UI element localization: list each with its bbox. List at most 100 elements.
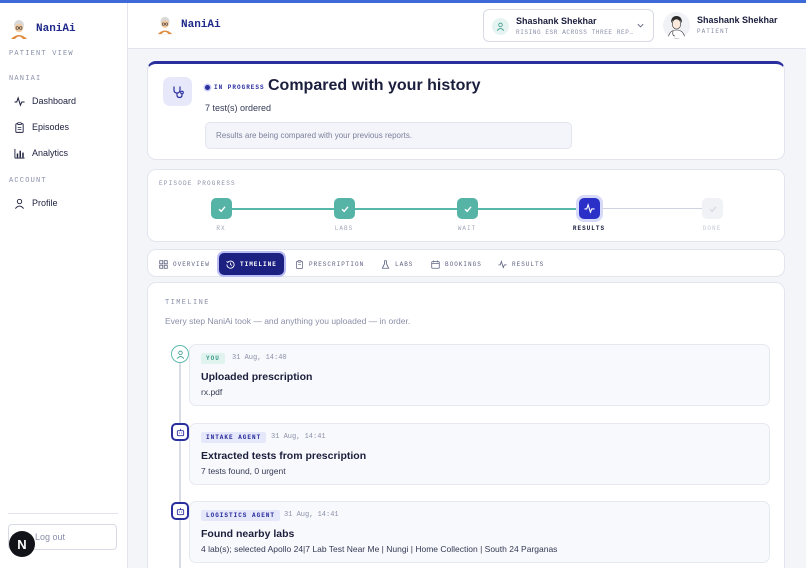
header-brand-name: NaniAi xyxy=(181,19,221,31)
event-title: Uploaded prescription xyxy=(201,371,313,383)
progress-step-label: RESULTS xyxy=(572,225,606,232)
event-title: Found nearby labs xyxy=(201,528,295,540)
profile-switcher-subtitle: RISING ESR ACROSS THREE REP... xyxy=(516,29,634,36)
tests-ordered-count: 7 test(s) ordered xyxy=(205,103,272,113)
progress-step-label: LABS xyxy=(334,225,354,232)
status-badge: IN PROGRESS xyxy=(205,84,265,91)
timeline-heading: TIMELINE xyxy=(165,299,210,307)
event-actor-badge: LOGISTICS AGENT xyxy=(201,510,281,521)
check-icon xyxy=(709,205,716,212)
stethoscope-icon-tile xyxy=(163,77,192,106)
event-title: Extracted tests from prescription xyxy=(201,450,367,462)
status-badge-label: IN PROGRESS xyxy=(214,84,265,91)
section-label-account: ACCOUNT xyxy=(9,177,47,185)
profile-switcher-avatar xyxy=(492,18,509,35)
sidebar-item-profile[interactable]: Profile xyxy=(14,195,58,211)
timeline-event: YOU 31 Aug, 14:40 Uploaded prescription … xyxy=(189,344,770,406)
grandma-logo-icon xyxy=(11,20,27,39)
user-icon xyxy=(496,22,505,31)
tab-results[interactable]: RESULTS xyxy=(491,253,551,275)
episode-progress-label: EPISODE PROGRESS xyxy=(159,180,236,187)
doctor-avatar-icon xyxy=(667,16,686,39)
progress-step-done[interactable] xyxy=(702,198,723,219)
sidebar: NaniAi PATIENT VIEW NANIAI Dashboard Epi… xyxy=(0,3,128,568)
grid-icon xyxy=(159,259,168,269)
timeline-event: LOGISTICS AGENT 31 Aug, 14:41 Found near… xyxy=(189,501,770,563)
tab-label: BOOKINGS xyxy=(445,260,482,268)
user-icon xyxy=(15,198,24,209)
sidebar-item-analytics[interactable]: Analytics xyxy=(14,145,68,161)
tab-label: RESULTS xyxy=(512,260,545,268)
user-name: Shashank Shekhar xyxy=(697,15,778,25)
episode-status-note: Results are being compared with your pre… xyxy=(205,122,572,149)
check-icon xyxy=(341,205,349,212)
sidebar-item-label: Profile xyxy=(32,198,58,208)
sidebar-brand[interactable]: NaniAi xyxy=(8,18,76,40)
tab-bookings[interactable]: BOOKINGS xyxy=(424,253,489,275)
clipboard-icon xyxy=(296,259,303,269)
tab-label: OVERVIEW xyxy=(173,260,210,268)
tab-labs[interactable]: LABS xyxy=(374,253,420,275)
tab-overview[interactable]: OVERVIEW xyxy=(152,253,217,275)
tab-label: PRESCRIPTION xyxy=(309,260,365,268)
event-actor-badge: INTAKE AGENT xyxy=(201,432,267,443)
timeline-subtitle: Every step NaniAi took — and anything yo… xyxy=(165,316,411,326)
sidebar-item-dashboard[interactable]: Dashboard xyxy=(14,93,76,109)
user-role: PATIENT xyxy=(697,28,730,35)
sidebar-item-label: Episodes xyxy=(32,122,70,132)
progress-step-wait[interactable] xyxy=(457,198,478,219)
check-icon xyxy=(464,205,472,212)
top-header: NaniAi Shashank Shekhar RISING ESR ACROS… xyxy=(128,3,806,49)
header-brand[interactable]: NaniAi xyxy=(155,15,221,35)
robot-icon xyxy=(176,428,184,436)
stethoscope-icon xyxy=(172,86,184,98)
event-actor-badge: YOU xyxy=(201,353,225,364)
progress-step-label: RX xyxy=(216,225,226,232)
check-icon xyxy=(218,205,226,212)
event-detail: rx.pdf xyxy=(201,387,223,397)
event-timestamp: 31 Aug, 14:41 xyxy=(271,433,326,441)
bar-chart-icon xyxy=(14,148,25,159)
sidebar-divider xyxy=(8,513,118,514)
sidebar-brand-name: NaniAi xyxy=(36,23,76,35)
event-detail: 7 tests found, 0 urgent xyxy=(201,466,286,476)
tab-label: LABS xyxy=(395,260,414,268)
sidebar-item-label: Analytics xyxy=(32,148,69,158)
timeline-user-marker xyxy=(171,345,189,363)
dev-tools-badge[interactable]: N xyxy=(9,531,35,557)
progress-step-labs[interactable] xyxy=(334,198,355,219)
progress-step-label: DONE xyxy=(702,225,722,232)
episode-summary-card: IN PROGRESS Compared with your history 7… xyxy=(147,61,785,160)
timeline-event: INTAKE AGENT 31 Aug, 14:41 Extracted tes… xyxy=(189,423,770,485)
status-dot xyxy=(205,85,210,90)
avatar[interactable] xyxy=(663,12,690,39)
tab-label: TIMELINE xyxy=(240,260,277,268)
robot-icon xyxy=(176,507,184,515)
progress-step-results[interactable] xyxy=(579,198,600,219)
history-icon xyxy=(226,260,235,269)
profile-switcher[interactable]: Shashank Shekhar RISING ESR ACROSS THREE… xyxy=(483,9,654,42)
progress-track-completed xyxy=(222,208,590,210)
sidebar-item-label: Dashboard xyxy=(32,96,77,106)
activity-icon xyxy=(14,95,25,107)
tab-timeline[interactable]: TIMELINE xyxy=(219,253,284,275)
flask-icon xyxy=(381,259,390,269)
activity-icon xyxy=(584,203,595,214)
timeline-agent-marker xyxy=(171,502,189,520)
activity-icon xyxy=(498,259,507,269)
grandma-logo-icon xyxy=(157,16,173,35)
episode-tabs: OVERVIEW TIMELINE PRESCRIPTION LABS BOOK… xyxy=(147,249,785,277)
page-title: Compared with your history xyxy=(268,77,481,94)
profile-switcher-name: Shashank Shekhar xyxy=(516,16,597,26)
chevron-down-icon xyxy=(637,23,644,28)
timeline-connector xyxy=(179,355,181,568)
episode-progress-card: EPISODE PROGRESS RX LABS WAIT RESULTS DO… xyxy=(147,169,785,242)
progress-step-label: WAIT xyxy=(457,225,477,232)
sidebar-item-episodes[interactable]: Episodes xyxy=(14,119,69,135)
section-label-naniai: NANIAI xyxy=(9,75,42,83)
progress-step-rx[interactable] xyxy=(211,198,232,219)
tab-prescription[interactable]: PRESCRIPTION xyxy=(288,253,371,275)
event-timestamp: 31 Aug, 14:41 xyxy=(284,511,339,519)
event-timestamp: 31 Aug, 14:40 xyxy=(232,354,287,362)
calendar-icon xyxy=(431,260,440,269)
